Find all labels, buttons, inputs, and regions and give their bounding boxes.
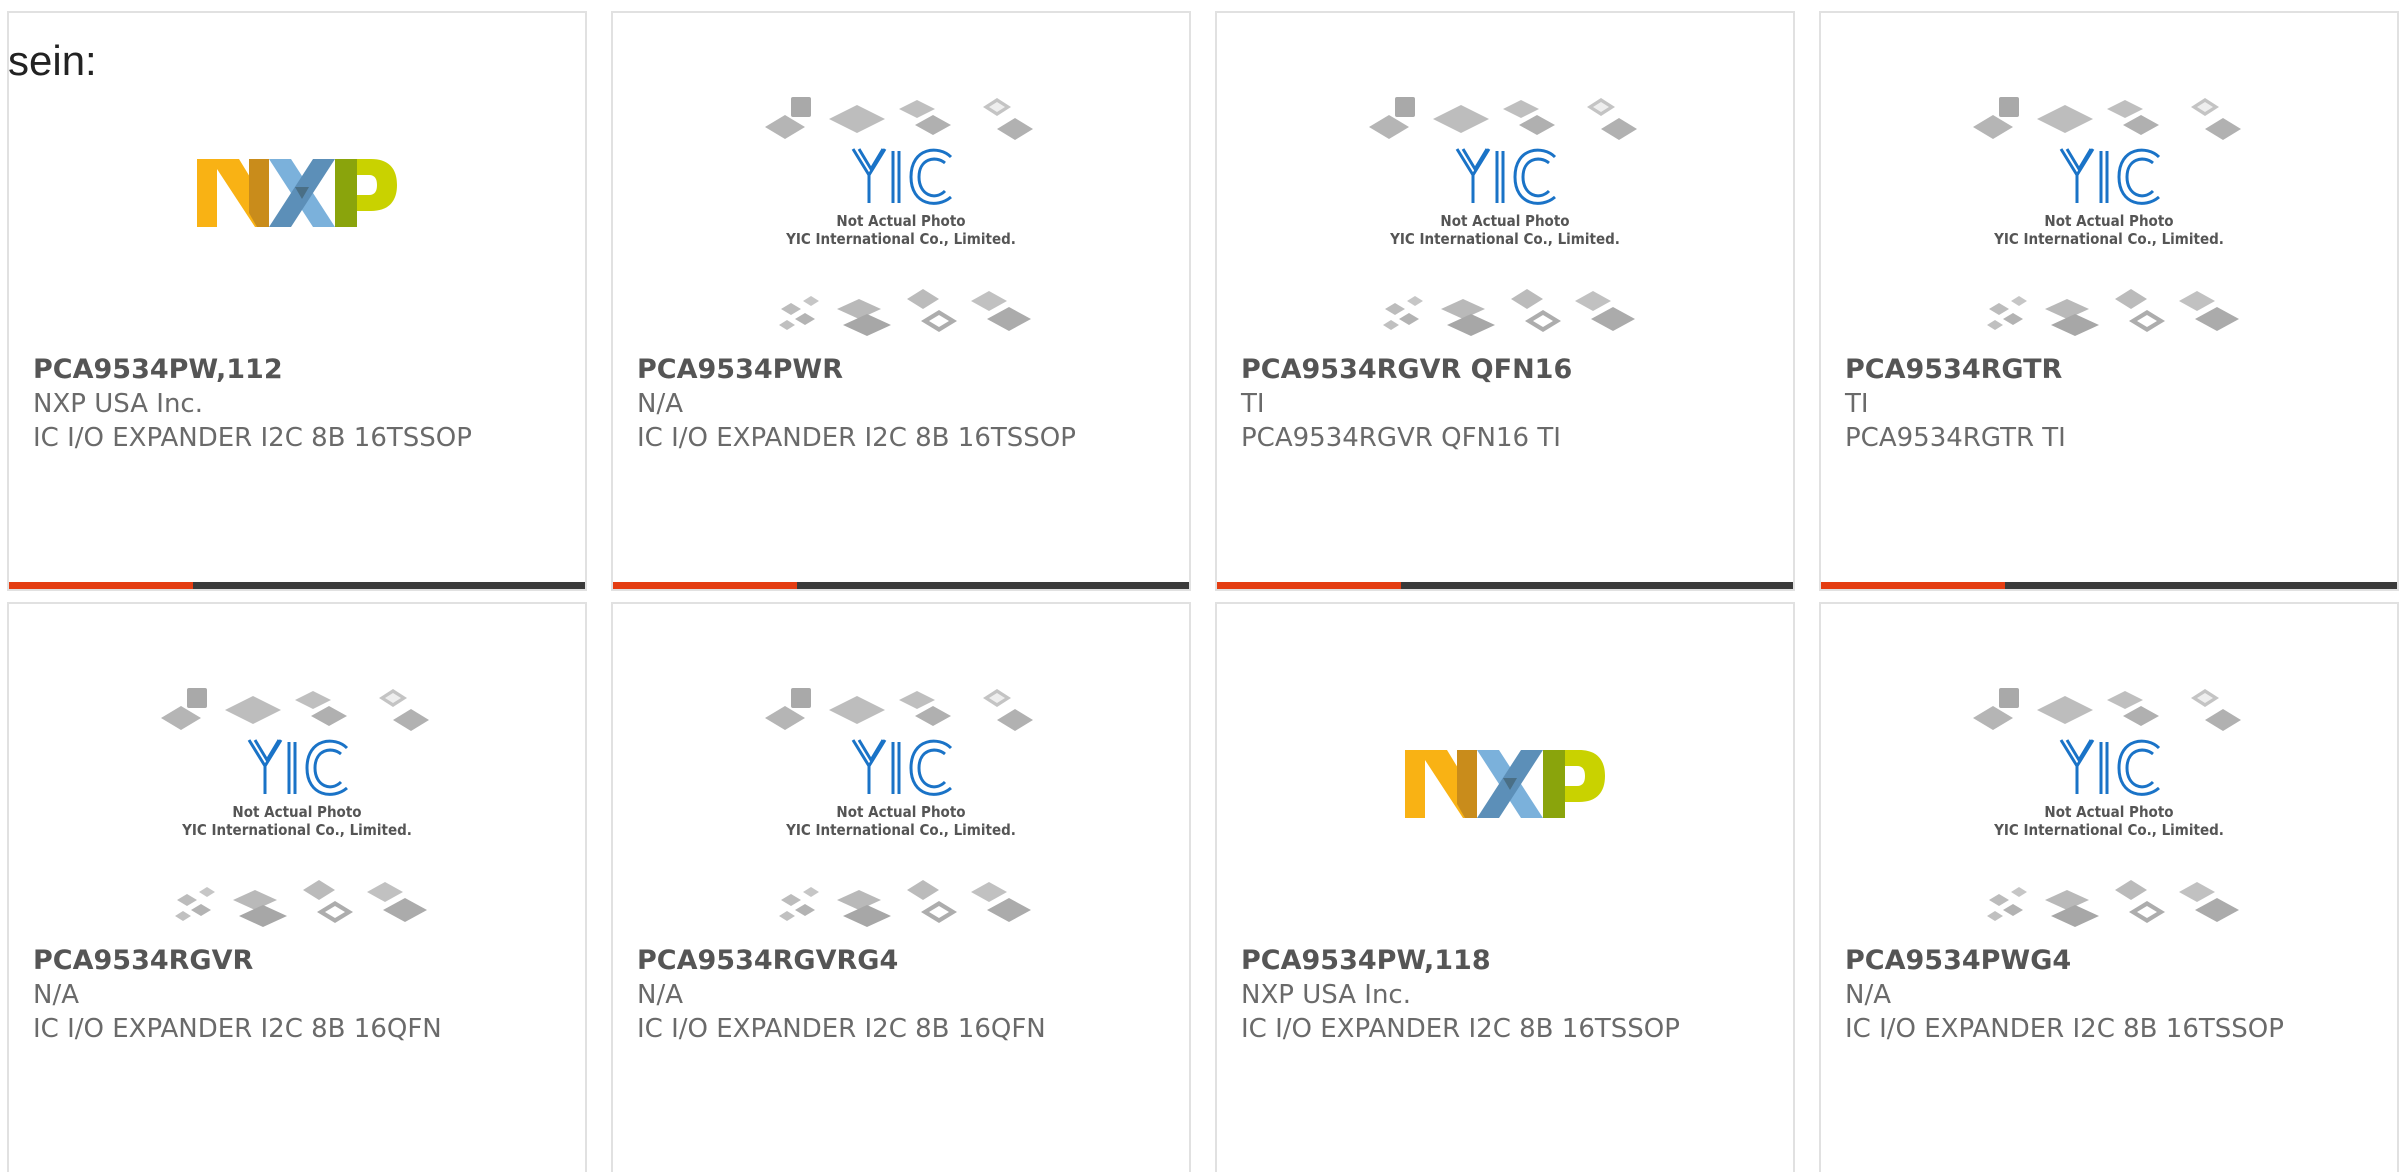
intro-text: sein:: [8, 37, 97, 84]
card-bottom-bar: [1821, 582, 2397, 589]
yic-placeholder-icon: Not Actual PhotoYIC International Co., L…: [161, 688, 429, 927]
placeholder-caption-line2: YIC International Co., Limited.: [785, 821, 1016, 839]
part-number[interactable]: PCA9534PWG4: [1845, 944, 2381, 978]
placeholder-caption-line2: YIC International Co., Limited.: [785, 230, 1016, 248]
manufacturer: TI: [1241, 389, 1265, 419]
manufacturer: N/A: [637, 389, 683, 419]
nxp-logo-icon: [1405, 750, 1605, 818]
card-bottom-bar: [1217, 582, 1793, 589]
card-bottom-bar: [613, 582, 1189, 589]
yic-placeholder-icon: Not Actual PhotoYIC International Co., L…: [765, 688, 1033, 927]
manufacturer: NXP USA Inc.: [33, 389, 203, 419]
manufacturer: N/A: [33, 980, 79, 1010]
part-number[interactable]: PCA9534PW,112: [33, 353, 569, 387]
product-card[interactable]: PCA9534PW,118 NXP USA Inc. IC I/O EXPAND…: [1215, 602, 1795, 1172]
placeholder-caption-line1: Not Actual Photo: [232, 803, 361, 821]
product-listing-page: sein: PCA9534PW,112 NXP USA Inc. IC I/O …: [0, 0, 2400, 1172]
product-card[interactable]: PCA9534PW,112 NXP USA Inc. IC I/O EXPAND…: [7, 11, 587, 591]
product-image[interactable]: Not Actual Photo YIC International Co., L…: [613, 682, 1189, 946]
part-number[interactable]: PCA9534PWR: [637, 353, 1173, 387]
placeholder-caption-line2: YIC International Co., Limited.: [1389, 230, 1620, 248]
placeholder-caption-line1: Not Actual Photo: [1440, 212, 1569, 230]
nxp-logo-icon: [197, 159, 397, 227]
description: IC I/O EXPANDER I2C 8B 16QFN: [637, 1014, 1046, 1044]
placeholder-caption-line1: Not Actual Photo: [836, 212, 965, 230]
product-card[interactable]: Not Actual Photo YIC International Co., L…: [1819, 11, 2399, 591]
part-number[interactable]: PCA9534RGTR: [1845, 353, 2381, 387]
placeholder-caption-line2: YIC International Co., Limited.: [181, 821, 412, 839]
description: IC I/O EXPANDER I2C 8B 16TSSOP: [1845, 1014, 2284, 1044]
product-image[interactable]: [9, 91, 585, 355]
product-card[interactable]: Not Actual Photo YIC International Co., L…: [7, 602, 587, 1172]
part-number[interactable]: PCA9534RGVRG4: [637, 944, 1173, 978]
product-card[interactable]: Not Actual Photo YIC International Co., L…: [1819, 602, 2399, 1172]
card-bottom-bar: [9, 582, 585, 589]
placeholder-caption-line1: Not Actual Photo: [2044, 212, 2173, 230]
part-number[interactable]: PCA9534PW,118: [1241, 944, 1777, 978]
description: PCA9534RGVR QFN16 TI: [1241, 423, 1561, 453]
manufacturer: N/A: [637, 980, 683, 1010]
description: PCA9534RGTR TI: [1845, 423, 2066, 453]
yic-placeholder-icon: Not Actual PhotoYIC International Co., L…: [1973, 97, 2241, 336]
product-image[interactable]: Not Actual Photo YIC International Co., L…: [9, 682, 585, 946]
part-number[interactable]: PCA9534RGVR: [33, 944, 569, 978]
product-image[interactable]: Not Actual Photo YIC International Co., L…: [613, 91, 1189, 355]
placeholder-caption-line1: Not Actual Photo: [2044, 803, 2173, 821]
product-grid: PCA9534PW,112 NXP USA Inc. IC I/O EXPAND…: [7, 11, 2400, 1172]
placeholder-caption-line1: Not Actual Photo: [836, 803, 965, 821]
yic-placeholder-icon: Not Actual PhotoYIC International Co., L…: [765, 97, 1033, 336]
description: IC I/O EXPANDER I2C 8B 16TSSOP: [637, 423, 1076, 453]
placeholder-caption-line2: YIC International Co., Limited.: [1993, 821, 2224, 839]
manufacturer: TI: [1845, 389, 1869, 419]
manufacturer: N/A: [1845, 980, 1891, 1010]
product-card[interactable]: Not Actual Photo YIC International Co., L…: [611, 602, 1191, 1172]
description: IC I/O EXPANDER I2C 8B 16QFN: [33, 1014, 442, 1044]
description: IC I/O EXPANDER I2C 8B 16TSSOP: [33, 423, 472, 453]
yic-placeholder-icon: Not Actual PhotoYIC International Co., L…: [1973, 688, 2241, 927]
product-image[interactable]: Not Actual Photo YIC International Co., L…: [1821, 91, 2397, 355]
description: IC I/O EXPANDER I2C 8B 16TSSOP: [1241, 1014, 1680, 1044]
part-number[interactable]: PCA9534RGVR QFN16: [1241, 353, 1777, 387]
product-image[interactable]: Not Actual Photo YIC International Co., L…: [1217, 91, 1793, 355]
manufacturer: NXP USA Inc.: [1241, 980, 1411, 1010]
product-card[interactable]: Not Actual Photo YIC International Co., L…: [611, 11, 1191, 591]
yic-placeholder-icon: Not Actual PhotoYIC International Co., L…: [1369, 97, 1637, 336]
placeholder-caption-line2: YIC International Co., Limited.: [1993, 230, 2224, 248]
product-image[interactable]: [1217, 682, 1793, 946]
product-image[interactable]: Not Actual Photo YIC International Co., L…: [1821, 682, 2397, 946]
product-card[interactable]: Not Actual Photo YIC International Co., L…: [1215, 11, 1795, 591]
